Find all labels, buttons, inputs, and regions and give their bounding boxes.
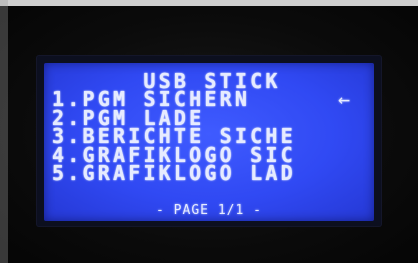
selection-arrow-icon: ← bbox=[337, 87, 351, 111]
menu-item-grafiklogo-laden[interactable]: 5.GRAFIKLOGO LAD bbox=[52, 163, 368, 185]
photo-background: USB STICK 1.PGM SICHERN ← 2.PGM LADE 3.B… bbox=[0, 0, 418, 263]
lcd-display: USB STICK 1.PGM SICHERN ← 2.PGM LADE 3.B… bbox=[44, 63, 374, 221]
page-indicator: - PAGE 1/1 - bbox=[156, 203, 262, 218]
wall-edge-left bbox=[0, 0, 8, 263]
wall-edge-top bbox=[0, 0, 418, 6]
